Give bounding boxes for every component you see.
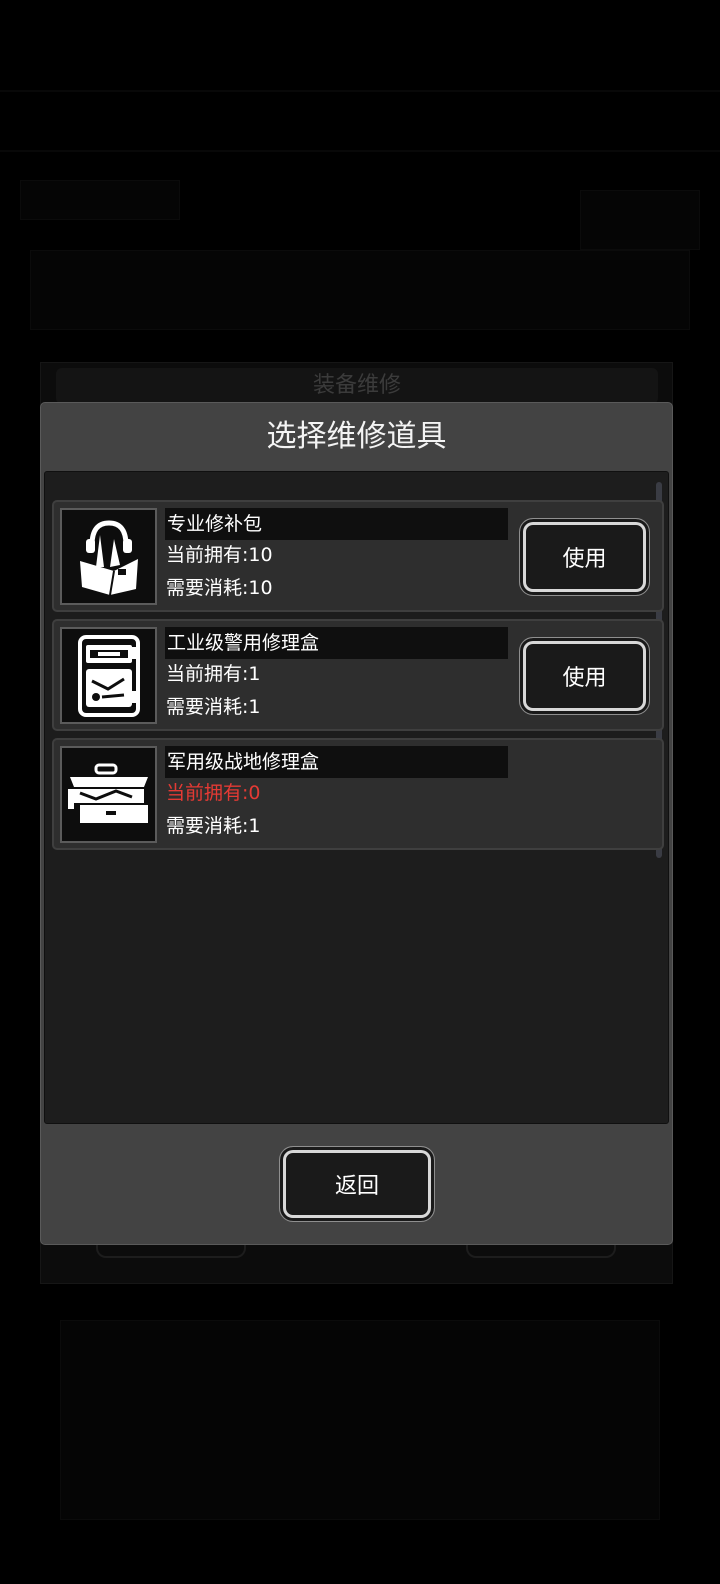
item-thumbnail bbox=[60, 746, 157, 843]
list-item: 工业级警用修理盒 当前拥有:1 需要消耗:1 使用 bbox=[52, 619, 664, 731]
bg-panel bbox=[60, 1320, 660, 1520]
bg-panel bbox=[580, 190, 700, 250]
use-button[interactable]: 使用 bbox=[519, 518, 650, 596]
use-button[interactable]: 使用 bbox=[519, 637, 650, 715]
item-list[interactable]: 专业修补包 当前拥有:10 需要消耗:10 使用 工业级警用修理盒 当前拥有:1… bbox=[44, 471, 669, 1124]
list-item: 专业修补包 当前拥有:10 需要消耗:10 使用 bbox=[52, 500, 664, 612]
item-name: 军用级战地修理盒 bbox=[165, 746, 508, 778]
bg-panel bbox=[20, 180, 180, 220]
dialog-title: 选择维修道具 bbox=[266, 419, 447, 454]
item-thumbnail bbox=[60, 508, 157, 605]
screen: 装备维修 选择维修道具 专业修补包 当前拥有:10 需要消耗:10 使用 工业级… bbox=[0, 0, 720, 1584]
item-cost: 需要消耗:1 bbox=[166, 696, 261, 718]
item-cost: 需要消耗:1 bbox=[166, 815, 261, 837]
toolbox-case-icon bbox=[74, 633, 144, 719]
item-owned-count: 当前拥有:0 bbox=[166, 782, 261, 804]
item-name: 工业级警用修理盒 bbox=[165, 627, 508, 659]
item-cost: 需要消耗:10 bbox=[166, 577, 273, 599]
list-item: 军用级战地修理盒 当前拥有:0 需要消耗:1 bbox=[52, 738, 664, 850]
bg-dialog-title: 装备维修 bbox=[56, 368, 658, 404]
field-tool-chest-icon bbox=[66, 763, 152, 827]
bg-panel bbox=[30, 250, 690, 330]
select-repair-tool-dialog: 选择维修道具 专业修补包 当前拥有:10 需要消耗:10 使用 工业级警用修理盒… bbox=[40, 402, 673, 1245]
bg-divider bbox=[0, 90, 720, 92]
bg-divider bbox=[0, 150, 720, 152]
item-owned-count: 当前拥有:10 bbox=[166, 544, 273, 566]
item-thumbnail bbox=[60, 627, 157, 724]
item-name: 专业修补包 bbox=[165, 508, 508, 540]
back-button[interactable]: 返回 bbox=[279, 1146, 435, 1222]
item-owned-count: 当前拥有:1 bbox=[166, 663, 261, 685]
repair-kit-bag-icon bbox=[74, 517, 144, 597]
